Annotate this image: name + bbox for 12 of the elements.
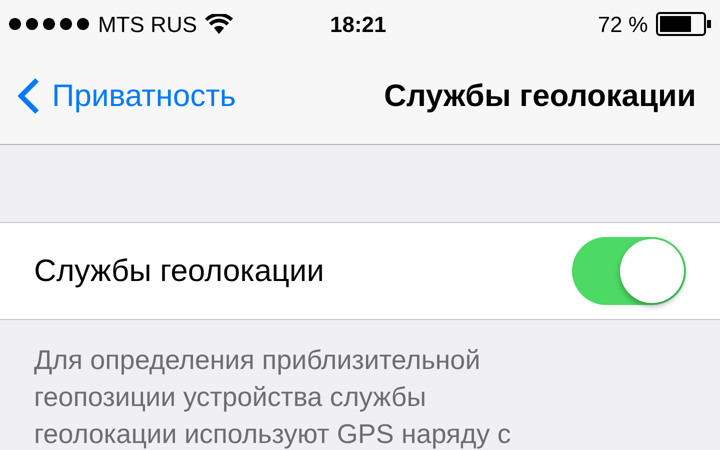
signal-icon — [8, 17, 90, 31]
battery-icon — [656, 12, 712, 36]
clock-time: 18:21 — [330, 10, 386, 38]
setting-label: Службы геолокации — [34, 252, 324, 290]
toggle-switch[interactable] — [572, 237, 686, 305]
battery-percent: 72 % — [598, 10, 648, 38]
footer-note: Для определения приблизительной геопозиции устройства службы геолокации используют GPS наряду с — [33, 344, 512, 450]
back-button[interactable]: Приватность — [18, 72, 236, 120]
wifi-icon — [205, 14, 233, 34]
back-chevron-icon — [18, 78, 40, 114]
carrier-name: MTS RUS — [98, 10, 197, 38]
screen-title: Службы геолокации — [384, 76, 696, 115]
